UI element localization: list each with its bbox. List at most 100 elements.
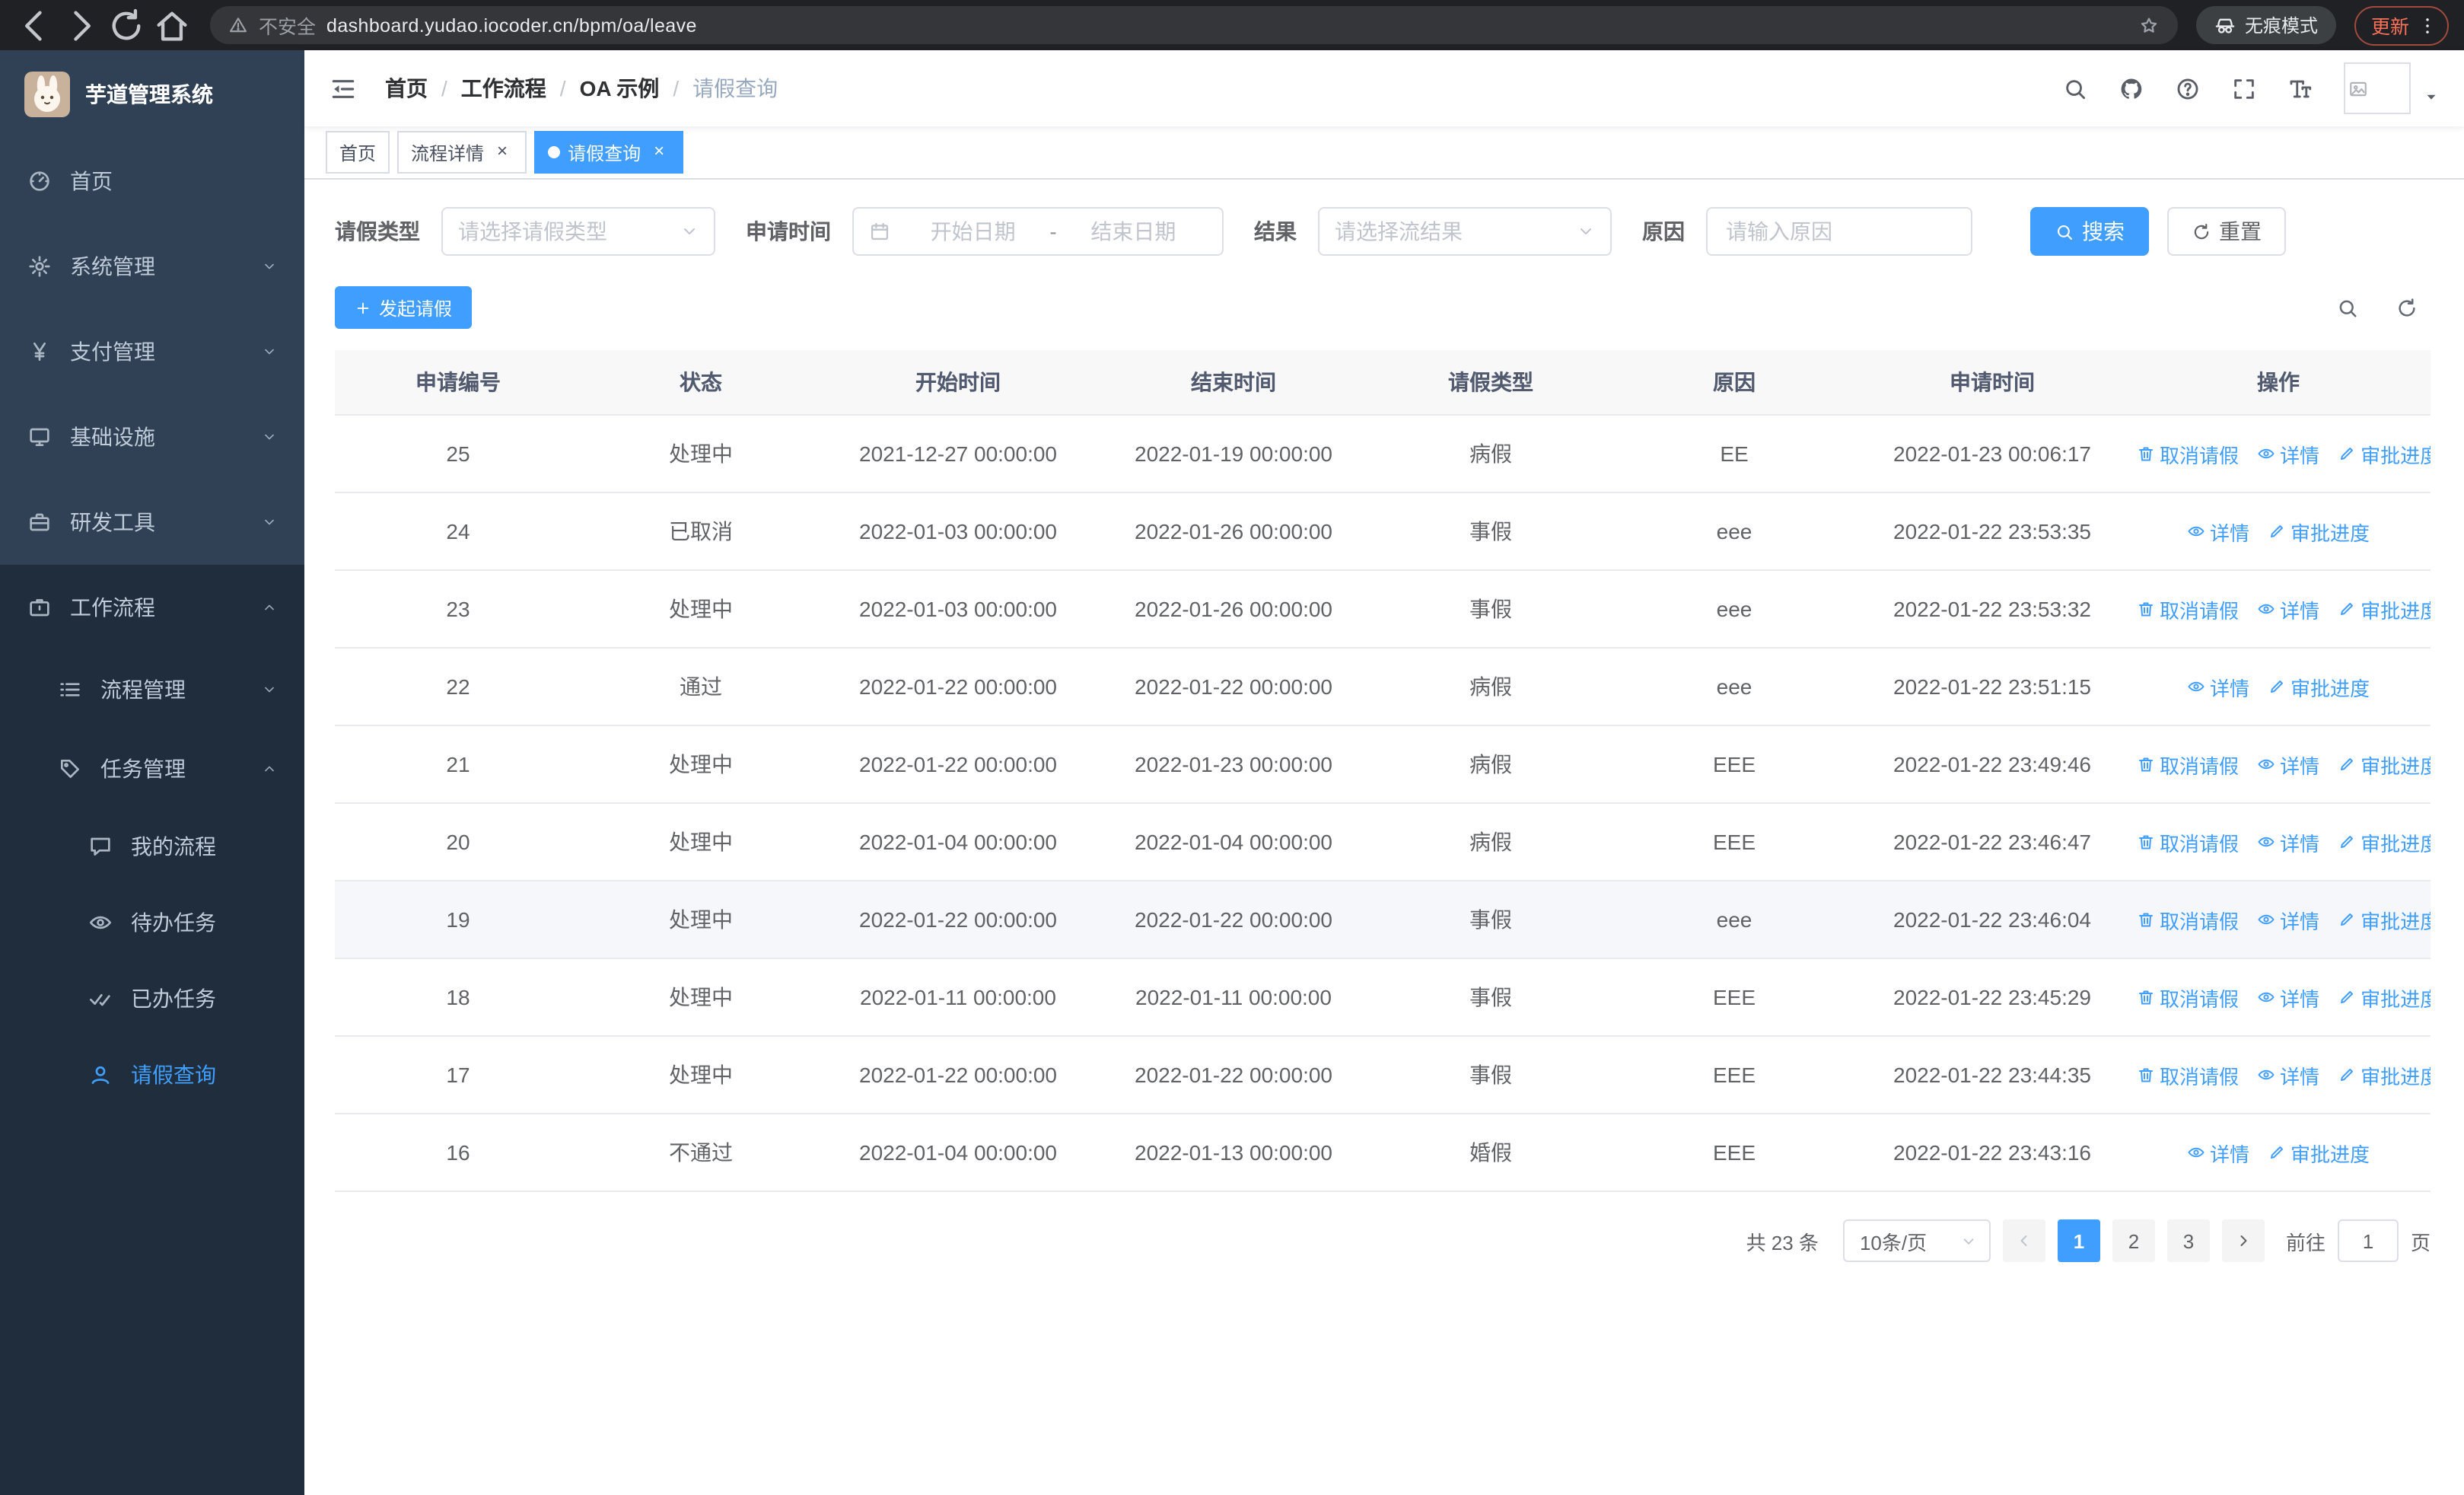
sidebar-item-workflow[interactable]: 工作流程 xyxy=(0,565,304,650)
end-time-cell: 2022-01-26 00:00:00 xyxy=(1096,570,1371,649)
bookmark-star-icon[interactable] xyxy=(2138,14,2160,36)
start-time-cell: 2022-01-22 00:00:00 xyxy=(820,725,1096,804)
avatar-caret-icon[interactable] xyxy=(2423,88,2440,105)
browser-update-button[interactable]: 更新 xyxy=(2354,5,2449,45)
leave-type-cell: 婚假 xyxy=(1371,1114,1610,1192)
security-warning-label[interactable]: 不安全 xyxy=(259,11,316,40)
browser-forward-icon[interactable] xyxy=(61,5,100,45)
fullscreen-icon[interactable] xyxy=(2231,75,2257,101)
detail-link[interactable]: 详情 xyxy=(2257,905,2319,934)
page-button-3[interactable]: 3 xyxy=(2166,1219,2210,1262)
detail-link[interactable]: 详情 xyxy=(2257,983,2319,1012)
progress-link[interactable]: 审批进度 xyxy=(2338,905,2431,934)
cancel-link[interactable]: 取消请假 xyxy=(2137,594,2239,623)
create-leave-button[interactable]: 发起请假 xyxy=(335,286,473,329)
leave-type-select[interactable]: 请选择请假类型 xyxy=(441,207,715,256)
eye-icon xyxy=(88,910,113,935)
detail-link[interactable]: 详情 xyxy=(2257,439,2319,468)
cancel-link[interactable]: 取消请假 xyxy=(2137,750,2239,779)
apply-id-cell: 20 xyxy=(335,803,581,881)
progress-link[interactable]: 审批进度 xyxy=(2338,827,2431,856)
detail-link[interactable]: 详情 xyxy=(2187,672,2249,701)
table-refresh-icon[interactable] xyxy=(2396,296,2418,319)
progress-link[interactable]: 审批进度 xyxy=(2268,1138,2370,1167)
reason-input[interactable] xyxy=(1706,207,1972,256)
progress-link[interactable]: 审批进度 xyxy=(2338,1060,2431,1089)
page-list: 123 xyxy=(2057,1219,2210,1262)
sidebar-toggle-icon[interactable] xyxy=(329,74,358,103)
tab-process-detail[interactable]: 流程详情 × xyxy=(397,131,527,174)
browser-reload-icon[interactable] xyxy=(107,5,146,45)
prev-page-button[interactable] xyxy=(2002,1219,2045,1262)
reset-button[interactable]: 重置 xyxy=(2167,207,2286,256)
sidebar-item-done-tasks[interactable]: 已办任务 xyxy=(0,961,304,1037)
goto-page-input[interactable] xyxy=(2337,1219,2399,1262)
sidebar-item-infrastructure[interactable]: 基础设施 xyxy=(0,394,304,480)
page-button-2[interactable]: 2 xyxy=(2112,1219,2155,1262)
table-search-toggle-icon[interactable] xyxy=(2336,296,2359,319)
leave-type-cell: 病假 xyxy=(1371,648,1610,726)
font-size-icon[interactable] xyxy=(2287,75,2313,101)
start-date-placeholder[interactable]: 开始日期 xyxy=(899,216,1046,247)
tab-leave-query[interactable]: 请假查询 × xyxy=(534,131,684,174)
sidebar-item-my-process[interactable]: 我的流程 xyxy=(0,808,304,885)
sidebar-item-payment-mgmt[interactable]: 支付管理 xyxy=(0,309,304,394)
column-header-4: 请假类型 xyxy=(1371,350,1610,416)
page-size-select[interactable]: 10条/页 xyxy=(1842,1219,1991,1262)
breadcrumb-item[interactable]: OA 示例 xyxy=(580,73,660,104)
app-logo[interactable]: 芋道管理系统 xyxy=(0,50,304,139)
end-date-placeholder[interactable]: 结束日期 xyxy=(1060,216,1207,247)
trash-icon xyxy=(2137,600,2155,618)
cancel-link[interactable]: 取消请假 xyxy=(2137,439,2239,468)
detail-link[interactable]: 详情 xyxy=(2257,594,2319,623)
result-select[interactable]: 请选择流结果 xyxy=(1318,207,1612,256)
apply-time-cell: 2022-01-22 23:51:15 xyxy=(1858,648,2126,726)
apply-time-range-picker[interactable]: 开始日期 - 结束日期 xyxy=(852,207,1224,256)
progress-link[interactable]: 审批进度 xyxy=(2338,750,2431,779)
tab-home[interactable]: 首页 xyxy=(326,131,390,174)
incognito-label: 无痕模式 xyxy=(2244,15,2318,37)
cancel-link[interactable]: 取消请假 xyxy=(2137,905,2239,934)
page-button-1[interactable]: 1 xyxy=(2057,1219,2100,1262)
progress-link[interactable]: 审批进度 xyxy=(2268,672,2370,701)
progress-link[interactable]: 审批进度 xyxy=(2338,594,2431,623)
progress-link[interactable]: 审批进度 xyxy=(2338,439,2431,468)
detail-link[interactable]: 详情 xyxy=(2257,827,2319,856)
detail-link[interactable]: 详情 xyxy=(2187,1138,2249,1167)
sidebar-item-todo-tasks[interactable]: 待办任务 xyxy=(0,885,304,961)
detail-link[interactable]: 详情 xyxy=(2187,517,2249,546)
breadcrumb-item[interactable]: 工作流程 xyxy=(461,73,546,104)
cancel-link[interactable]: 取消请假 xyxy=(2137,1060,2239,1089)
search-button[interactable]: 搜索 xyxy=(2030,207,2149,256)
sidebar-item-leave-query[interactable]: 请假查询 xyxy=(0,1037,304,1113)
detail-link[interactable]: 详情 xyxy=(2257,1060,2319,1089)
user-avatar[interactable] xyxy=(2344,62,2411,114)
browser-menu-icon[interactable] xyxy=(2417,14,2438,36)
browser-back-icon[interactable] xyxy=(15,5,55,45)
header-search-icon[interactable] xyxy=(2062,75,2088,101)
cancel-link[interactable]: 取消请假 xyxy=(2137,827,2239,856)
end-time-cell: 2022-01-23 00:00:00 xyxy=(1096,725,1371,804)
progress-link[interactable]: 审批进度 xyxy=(2268,517,2370,546)
tab-close-icon[interactable]: × xyxy=(648,141,670,163)
progress-link[interactable]: 审批进度 xyxy=(2338,983,2431,1012)
pen-icon xyxy=(2338,833,2356,851)
next-page-button[interactable] xyxy=(2221,1219,2265,1262)
tab-close-icon[interactable]: × xyxy=(492,141,513,163)
browser-home-icon[interactable] xyxy=(152,5,192,45)
cancel-link[interactable]: 取消请假 xyxy=(2137,983,2239,1012)
sidebar-item-system-mgmt[interactable]: 系统管理 xyxy=(0,224,304,309)
github-icon[interactable] xyxy=(2119,75,2144,101)
sidebar-item-task-mgmt[interactable]: 任务管理 xyxy=(0,729,304,808)
breadcrumb-item[interactable]: 首页 xyxy=(385,73,428,104)
sidebar-item-home[interactable]: 首页 xyxy=(0,139,304,224)
address-bar[interactable]: 不安全 dashboard.yudao.iocoder.cn/bpm/oa/le… xyxy=(210,6,2178,44)
help-icon[interactable] xyxy=(2175,75,2201,101)
detail-link[interactable]: 详情 xyxy=(2257,750,2319,779)
url-text[interactable]: dashboard.yudao.iocoder.cn/bpm/oa/leave xyxy=(326,14,697,36)
sidebar-item-process-mgmt[interactable]: 流程管理 xyxy=(0,650,304,729)
chevron-left-icon xyxy=(2015,1232,2033,1250)
sidebar-item-label: 请假查询 xyxy=(131,1063,216,1087)
leave-type-cell: 病假 xyxy=(1371,803,1610,881)
sidebar-item-dev-tools[interactable]: 研发工具 xyxy=(0,480,304,565)
